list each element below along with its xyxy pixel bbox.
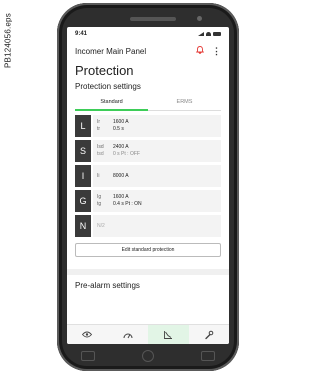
row-letter: L	[75, 115, 91, 137]
figure-caption: PB124056.eps	[3, 13, 13, 69]
row-letter: I	[75, 165, 91, 187]
phone-frame: 9:41 Incomer Main Panel ⋮ Protection Pro…	[57, 3, 239, 371]
phone-navigation-bar	[57, 344, 239, 368]
row-params: Ig 1600 A tg 0.4 s Pt : ON	[93, 190, 221, 212]
param-value: 2400 A	[113, 144, 129, 150]
wrench-icon	[205, 330, 214, 339]
speaker-grille	[130, 17, 176, 21]
signal-icon	[198, 32, 204, 36]
param-line: Ir 1600 A	[97, 119, 217, 126]
wifi-icon	[206, 32, 211, 36]
status-bar: 9:41	[67, 27, 229, 41]
param-value: 0.4 s Pt : ON	[113, 201, 142, 207]
param-name: Ii	[97, 172, 100, 179]
eye-icon	[82, 331, 93, 338]
neutral-protection-value: N/2	[97, 223, 105, 229]
param-name: Isd	[97, 144, 104, 150]
curve-icon	[164, 330, 173, 339]
param-value: 0 s Pt : OFF	[113, 151, 140, 157]
row-neutral: N N/2	[75, 215, 221, 237]
nav-item-gauge[interactable]	[108, 325, 149, 344]
settings-title: Protection settings	[75, 82, 141, 91]
param-name: Ig	[97, 194, 102, 200]
tab-standard[interactable]: Standard	[75, 97, 148, 111]
nav-item-monitoring[interactable]	[67, 325, 108, 344]
param-value: 1600 A	[113, 194, 129, 200]
row-params: N/2	[93, 215, 221, 237]
protection-rows: L Ir 1600 A tr 0.5 s S Isd 2400 A tsd 0 …	[67, 111, 229, 237]
back-icon[interactable]	[201, 351, 216, 361]
header-actions: ⋮	[195, 46, 221, 57]
app-header: Incomer Main Panel ⋮	[67, 41, 229, 61]
param-name: tr	[97, 126, 101, 132]
row-instantaneous: I Ii 8000 A	[75, 165, 221, 187]
page-title: Protection	[75, 63, 134, 78]
home-icon[interactable]	[141, 350, 154, 362]
param-line: tr 0.5 s	[97, 126, 217, 133]
bottom-nav	[67, 324, 229, 344]
param-line: Isd 2400 A	[97, 144, 217, 151]
recent-apps-icon[interactable]	[80, 351, 95, 361]
param-line: tg 0.4 s Pt : ON	[97, 201, 217, 208]
row-letter: N	[75, 215, 91, 237]
edit-standard-protection-button[interactable]: Edit standard protection	[75, 243, 221, 257]
row-letter: G	[75, 190, 91, 212]
row-ground: G Ig 1600 A tg 0.4 s Pt : ON	[75, 190, 221, 212]
more-menu-icon[interactable]: ⋮	[212, 46, 221, 57]
param-line: Ig 1600 A	[97, 194, 217, 201]
param-line: tsd 0 s Pt : OFF	[97, 151, 217, 158]
param-name: Ir	[97, 119, 101, 125]
pre-alarm-title: Pre-alarm settings	[75, 281, 140, 290]
row-params: Ii 8000 A	[93, 165, 221, 187]
protection-tabs: Standard ERMS	[75, 97, 221, 111]
app-screen: 9:41 Incomer Main Panel ⋮ Protection Pro…	[67, 27, 229, 344]
param-value: 8000 A	[113, 172, 129, 179]
param-value: 1600 A	[113, 119, 129, 125]
row-long-time: L Ir 1600 A tr 0.5 s	[75, 115, 221, 137]
status-time: 9:41	[75, 31, 88, 37]
status-icons	[198, 32, 221, 36]
row-letter: S	[75, 140, 91, 162]
row-params: Ir 1600 A tr 0.5 s	[93, 115, 221, 137]
panel-title: Incomer Main Panel	[75, 46, 147, 56]
nav-item-settings[interactable]	[189, 325, 230, 344]
param-line: Ii 8000 A	[97, 173, 217, 180]
row-short-time: S Isd 2400 A tsd 0 s Pt : OFF	[75, 140, 221, 162]
gauge-icon	[123, 333, 133, 338]
param-value: 0.5 s	[113, 126, 124, 132]
param-name: tg	[97, 201, 102, 207]
nav-item-protection[interactable]	[148, 325, 189, 344]
camera-icon	[197, 16, 202, 21]
battery-icon	[213, 32, 221, 36]
row-params: Isd 2400 A tsd 0 s Pt : OFF	[93, 140, 221, 162]
tab-erms[interactable]: ERMS	[148, 97, 221, 111]
param-name: tsd	[97, 151, 104, 157]
bell-alert-icon[interactable]	[195, 46, 205, 56]
